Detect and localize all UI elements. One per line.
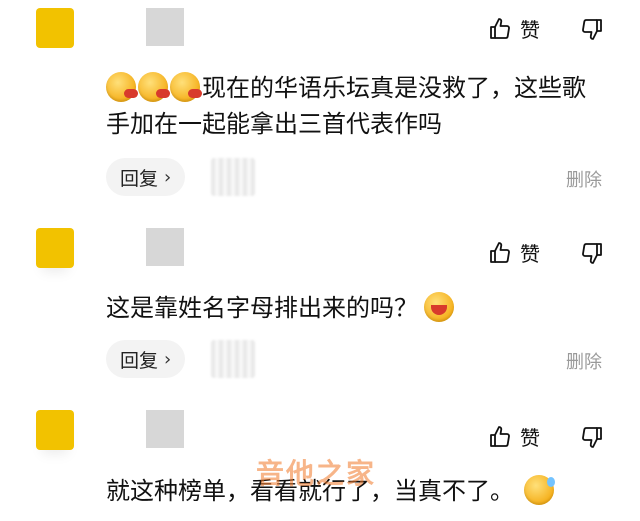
like-label: 赞 <box>520 426 540 450</box>
reply-button[interactable]: 回复 › <box>106 340 186 378</box>
dislike-button[interactable] <box>580 241 604 265</box>
delete-button[interactable]: 删除 <box>566 348 602 374</box>
reply-button[interactable]: 回复 › <box>106 158 186 196</box>
thumbs-down-icon <box>582 18 602 40</box>
comment-text: 这是靠姓名字母排出来的吗？ <box>106 290 606 326</box>
like-button[interactable]: 赞 <box>488 238 540 267</box>
reply-label: 回复 <box>120 349 159 372</box>
dislike-button[interactable] <box>580 425 604 449</box>
chevron-right-icon: › <box>164 166 172 188</box>
thumbs-down-icon <box>582 242 602 264</box>
like-button[interactable]: 赞 <box>488 14 540 43</box>
avatar[interactable] <box>36 8 74 48</box>
avatar[interactable] <box>36 410 74 450</box>
laugh-emoji-icon <box>424 292 454 322</box>
thumbs-up-icon <box>490 425 510 447</box>
like-button[interactable]: 赞 <box>488 422 540 451</box>
username-placeholder[interactable] <box>146 8 184 46</box>
thumbs-down-icon <box>582 426 602 448</box>
blurred-thumbnail <box>211 158 256 196</box>
username-placeholder[interactable] <box>146 410 184 448</box>
avatar[interactable] <box>36 228 74 268</box>
comment-actions: 赞 <box>488 14 604 43</box>
comment-actions: 赞 <box>488 422 604 451</box>
username-placeholder[interactable] <box>146 228 184 266</box>
reply-row: 回复 › <box>106 158 256 196</box>
chevron-right-icon: › <box>164 348 172 370</box>
watermark: 音他之家 <box>256 457 377 490</box>
thumbs-up-icon <box>490 17 510 39</box>
vomit-emoji-icon <box>138 72 170 102</box>
thumbs-up-icon <box>490 241 510 263</box>
vomit-emoji-icon <box>106 72 138 102</box>
sweat-emoji-icon <box>524 475 555 505</box>
comment-text: 现在的华语乐坛真是没救了，这些歌手加在一起能拿出三首代表作吗 <box>106 70 606 142</box>
like-label: 赞 <box>520 242 540 266</box>
delete-button[interactable]: 删除 <box>566 166 602 192</box>
comment-body: 这是靠姓名字母排出来的吗？ <box>106 294 418 322</box>
comment-actions: 赞 <box>488 238 604 267</box>
dislike-button[interactable] <box>580 17 604 41</box>
blurred-thumbnail <box>211 340 256 378</box>
like-label: 赞 <box>520 18 540 42</box>
vomit-emoji-icon <box>170 72 202 102</box>
reply-label: 回复 <box>120 167 159 190</box>
reply-row: 回复 › <box>106 340 256 378</box>
